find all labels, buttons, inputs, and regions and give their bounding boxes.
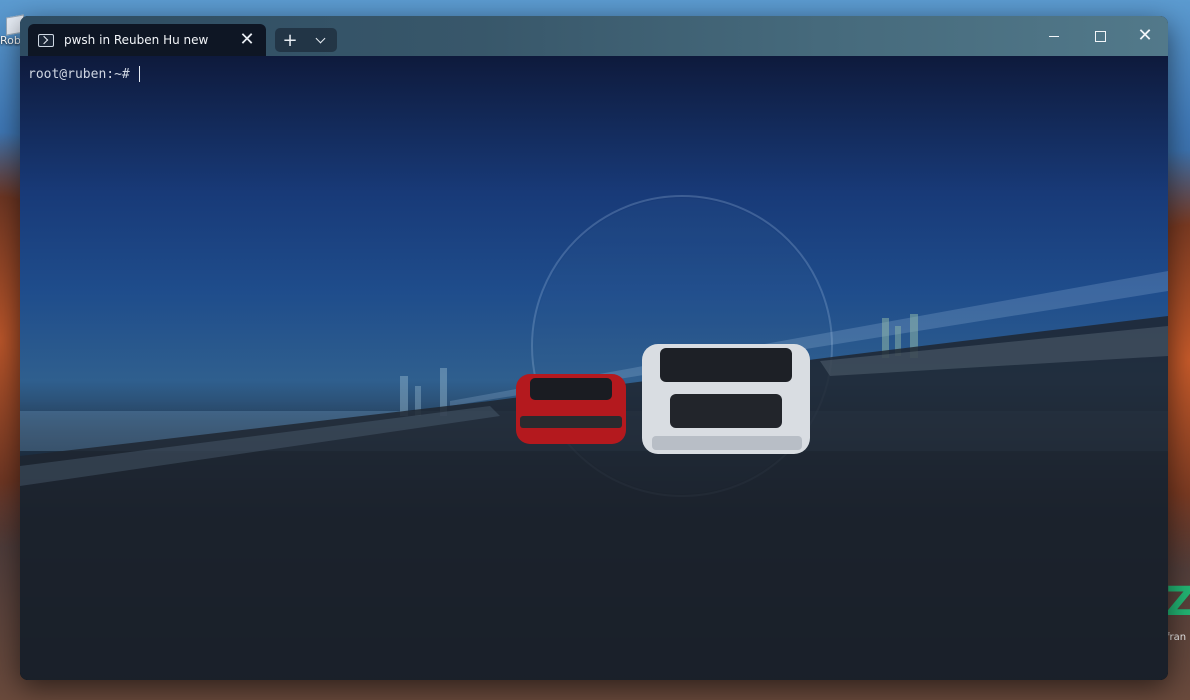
terminal-pane[interactable]: root@ruben:~# [20, 56, 1168, 680]
minimize-icon [1049, 35, 1059, 37]
tab-pwsh[interactable]: pwsh in Reuben Hu new ✕ [28, 24, 266, 56]
title-bar[interactable]: pwsh in Reuben Hu new ✕ + ✕ [20, 16, 1168, 56]
minimize-button[interactable] [1031, 16, 1077, 56]
powershell-icon [38, 33, 54, 47]
shell-prompt: root@ruben:~# [28, 66, 130, 82]
text-cursor [138, 66, 140, 82]
z-logo-icon: Z [1166, 579, 1190, 625]
desktop-wallpaper-logo: Z fran [1166, 579, 1190, 650]
red-suv [516, 374, 626, 444]
maximize-icon [1094, 30, 1106, 42]
tab-title: pwsh in Reuben Hu new [64, 33, 209, 47]
prompt-line: root@ruben:~# [28, 66, 140, 82]
close-window-button[interactable]: ✕ [1122, 16, 1168, 56]
new-tab-group: + [275, 28, 337, 52]
tab-close-icon[interactable]: ✕ [236, 29, 258, 51]
terminal-window: pwsh in Reuben Hu new ✕ + ✕ root@ruben:~… [20, 16, 1168, 680]
close-icon: ✕ [1137, 25, 1153, 46]
terminal-background-image [20, 195, 1168, 680]
wallpaper-corner-text: fran [1166, 632, 1187, 643]
white-suv [642, 344, 810, 454]
new-tab-button[interactable]: + [275, 28, 305, 52]
chevron-down-icon [315, 33, 325, 43]
maximize-button[interactable] [1077, 16, 1123, 56]
tab-dropdown-button[interactable] [305, 28, 335, 52]
